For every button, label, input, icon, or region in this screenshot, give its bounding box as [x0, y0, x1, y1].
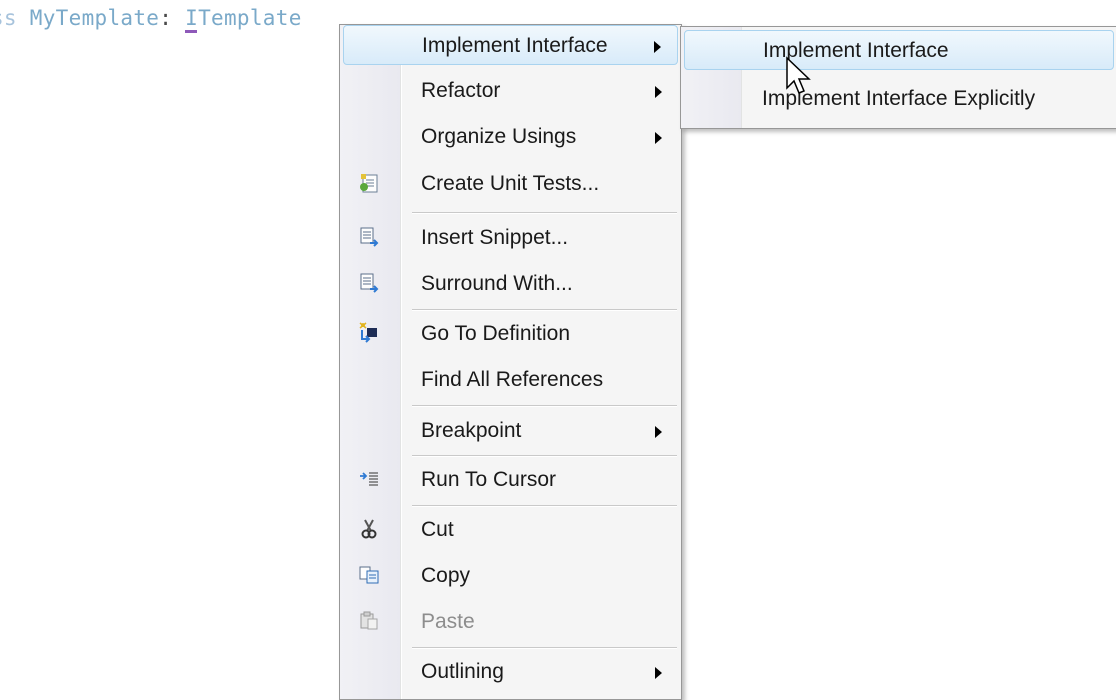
- menu-item-insert-snippet[interactable]: Insert Snippet...: [343, 218, 678, 258]
- submenu-arrow-icon: [654, 41, 661, 53]
- scissors-icon: [358, 518, 380, 540]
- submenu-item-implement-interface-explicitly[interactable]: Implement Interface Explicitly: [684, 79, 1114, 119]
- colon: :: [159, 6, 173, 30]
- menu-item-label: Paste: [421, 610, 475, 633]
- class-name: MyTemplate: [29, 6, 160, 30]
- menu-separator: [412, 212, 677, 214]
- menu-item-organize-usings[interactable]: Organize Usings: [343, 117, 678, 157]
- code-line: ass MyTemplate: ITemplate: [0, 6, 302, 33]
- menu-item-label: Breakpoint: [421, 419, 522, 442]
- run-to-cursor-icon: [358, 468, 380, 490]
- menu-item-label: Surround With...: [421, 272, 573, 295]
- submenu-arrow-icon: [655, 86, 662, 98]
- menu-item-breakpoint[interactable]: Breakpoint: [343, 411, 678, 451]
- menu-item-label: Outlining: [421, 660, 504, 683]
- menu-item-label: Copy: [421, 564, 471, 587]
- menu-separator: [412, 647, 677, 649]
- surround-with-icon: [358, 272, 380, 294]
- code-keyword: ass: [0, 6, 17, 30]
- menu-item-label: Create Unit Tests...: [421, 172, 600, 195]
- submenu-item-implement-interface[interactable]: Implement Interface: [684, 30, 1114, 70]
- menu-item-go-to-definition[interactable]: Go To Definition: [343, 314, 678, 354]
- insert-snippet-icon: [358, 226, 380, 248]
- unit-test-icon: [358, 172, 380, 194]
- menu-item-surround-with[interactable]: Surround With...: [343, 264, 678, 304]
- menu-item-label: Insert Snippet...: [421, 226, 569, 249]
- menu-separator: [412, 309, 677, 311]
- go-to-definition-icon: [358, 322, 380, 344]
- menu-item-paste[interactable]: Paste: [343, 602, 678, 642]
- menu-item-run-to-cursor[interactable]: Run To Cursor: [343, 460, 678, 500]
- menu-item-label: Go To Definition: [421, 322, 571, 345]
- context-menu: Implement Interface Refactor Organize Us…: [339, 24, 682, 700]
- menu-item-label: Cut: [421, 518, 454, 541]
- interface-first-letter: I: [185, 6, 199, 30]
- menu-item-cut[interactable]: Cut: [343, 510, 678, 550]
- menu-item-label: Find All References: [421, 368, 604, 391]
- submenu-arrow-icon: [655, 132, 662, 144]
- menu-item-label: Run To Cursor: [421, 468, 557, 491]
- menu-item-label: Implement Interface: [422, 34, 608, 57]
- submenu-arrow-icon: [655, 667, 662, 679]
- paste-icon: [358, 610, 380, 632]
- menu-separator: [412, 455, 677, 457]
- menu-item-implement-interface[interactable]: Implement Interface: [343, 25, 678, 65]
- interface-name-rest: Template: [198, 6, 302, 30]
- menu-separator: [412, 505, 677, 507]
- menu-item-create-unit-tests[interactable]: Create Unit Tests...: [343, 164, 678, 204]
- menu-item-label: Refactor: [421, 79, 501, 102]
- menu-separator: [412, 405, 677, 407]
- implement-interface-submenu: Implement Interface Implement Interface …: [680, 26, 1116, 129]
- mouse-pointer-icon: [786, 56, 811, 94]
- menu-item-find-all-references[interactable]: Find All References: [343, 360, 678, 400]
- menu-item-label: Organize Usings: [421, 125, 577, 148]
- smart-tag-anchor[interactable]: I: [185, 6, 199, 33]
- menu-item-copy[interactable]: Copy: [343, 556, 678, 596]
- menu-item-outlining[interactable]: Outlining: [343, 652, 678, 692]
- menu-item-refactor[interactable]: Refactor: [343, 71, 678, 111]
- submenu-arrow-icon: [655, 426, 662, 438]
- copy-icon: [358, 564, 380, 586]
